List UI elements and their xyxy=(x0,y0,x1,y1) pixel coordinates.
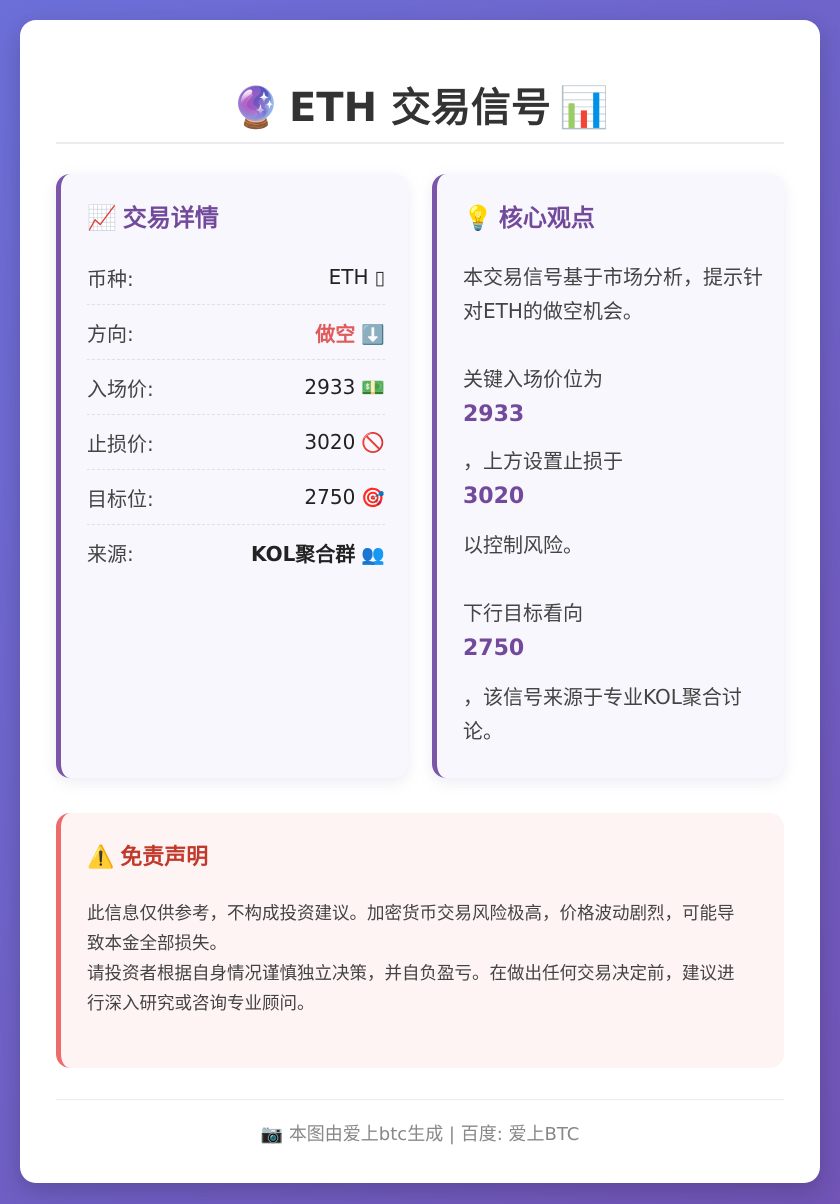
disclaimer-line-1: 此信息仅供参考，不构成投资建议。加密货币交易风险极高，价格波动剧烈，可能导致本金… xyxy=(87,904,735,954)
footer-text: 本图由爱上btc生成 | 百度: 爱上BTC xyxy=(288,1124,580,1145)
crystal-ball-icon: 🔮 xyxy=(231,85,281,131)
detail-label: 入场价: xyxy=(87,376,154,401)
disclaimer-box: ⚠️ 免责声明 此信息仅供参考，不构成投资建议。加密货币交易风险极高，价格波动剧烈… xyxy=(56,813,784,1068)
disclaimer-line-2: 请投资者根据自身情况谨慎独立决策，并自负盈亏。在做出任何交易决定前，建议进行深入… xyxy=(87,964,735,1014)
detail-row-entry: 入场价: 2933 💵 xyxy=(87,360,385,415)
detail-value: KOL聚合群 xyxy=(250,542,356,566)
detail-rows: 币种: ETH ▯ 方向: 做空 ⬇️ 入场价: 2933 💵 止损价: 3020 🚫 … xyxy=(87,250,385,580)
down-arrow-icon: ⬇️ xyxy=(361,323,385,346)
chart-up-icon: 📈 xyxy=(87,204,117,232)
title-text: ETH 交易信号 xyxy=(288,85,551,131)
bar-chart-icon: 📊 xyxy=(559,85,609,131)
camera-icon: 📷 xyxy=(260,1124,284,1145)
detail-label: 币种: xyxy=(87,266,134,291)
detail-value: ETH xyxy=(328,265,369,289)
detail-label: 止损价: xyxy=(87,431,154,456)
trade-details-title: 交易详情 xyxy=(122,204,219,232)
view-stop-text: ，上方设置止损于 xyxy=(463,449,623,473)
target-icon: 🎯 xyxy=(361,487,385,509)
core-view-title: 核心观点 xyxy=(498,204,595,232)
view-source-text: ，该信号来源于专业KOL聚合讨论。 xyxy=(463,685,742,743)
detail-row-direction: 方向: 做空 ⬇️ xyxy=(87,305,385,360)
money-icon: 💵 xyxy=(361,377,385,399)
view-target-value: 2750 xyxy=(463,636,525,661)
detail-value: 3020 xyxy=(304,430,356,454)
disclaimer-heading: ⚠️ 免责声明 xyxy=(87,841,208,875)
signal-card: 🔮 ETH 交易信号 📊 📈 交易详情 币种: ETH ▯ 方向: 做空 ⬇️ 入场价: … xyxy=(20,20,820,1183)
trade-details-panel: 📈 交易详情 币种: ETH ▯ 方向: 做空 ⬇️ 入场价: 2933 💵 止损价: … xyxy=(56,174,408,778)
detail-label: 来源: xyxy=(87,542,134,566)
page-title: 🔮 ETH 交易信号 📊 xyxy=(20,74,820,140)
warning-icon: ⚠️ xyxy=(87,845,115,870)
core-view-heading: 💡 核心观点 xyxy=(463,200,595,236)
detail-label: 方向: xyxy=(87,321,134,346)
view-entry-text: 关键入场价位为 xyxy=(463,367,603,391)
disclaimer-body: 此信息仅供参考，不构成投资建议。加密货币交易风险极高，价格波动剧烈，可能导致本金… xyxy=(87,899,737,1019)
view-intro: 本交易信号基于市场分析，提示针对ETH的做空机会。 xyxy=(463,265,763,323)
detail-row-coin: 币种: ETH ▯ xyxy=(87,250,385,305)
detail-value: 做空 xyxy=(315,321,356,346)
detail-label: 目标位: xyxy=(87,486,154,511)
view-entry-value: 2933 xyxy=(463,402,525,427)
core-view-panel: 💡 核心观点 本交易信号基于市场分析，提示针对ETH的做空机会。 关键入场价位为 … xyxy=(432,174,784,778)
title-divider xyxy=(56,142,784,144)
footer: 📷 本图由爱上btc生成 | 百度: 爱上BTC xyxy=(20,1120,820,1150)
placeholder-box-icon: ▯ xyxy=(374,267,385,289)
view-stop-value: 3020 xyxy=(463,484,525,509)
detail-value: 2933 xyxy=(304,375,356,399)
detail-row-target: 目标位: 2750 🎯 xyxy=(87,470,385,525)
core-view-body: 本交易信号基于市场分析，提示针对ETH的做空机会。 关键入场价位为 2933 ，… xyxy=(463,260,763,748)
view-risk-text: 以控制风险。 xyxy=(463,533,583,557)
prohibited-icon: 🚫 xyxy=(361,432,385,454)
disclaimer-title: 免责声明 xyxy=(120,845,209,870)
lightbulb-icon: 💡 xyxy=(463,204,493,232)
detail-value: 2750 xyxy=(304,485,356,509)
footer-divider xyxy=(56,1099,784,1100)
trade-details-heading: 📈 交易详情 xyxy=(87,200,219,236)
people-icon: 👥 xyxy=(361,544,385,566)
view-target-text: 下行目标看向 xyxy=(463,601,583,625)
detail-row-source: 来源: KOL聚合群 👥 xyxy=(87,525,385,580)
detail-row-stop-loss: 止损价: 3020 🚫 xyxy=(87,415,385,470)
